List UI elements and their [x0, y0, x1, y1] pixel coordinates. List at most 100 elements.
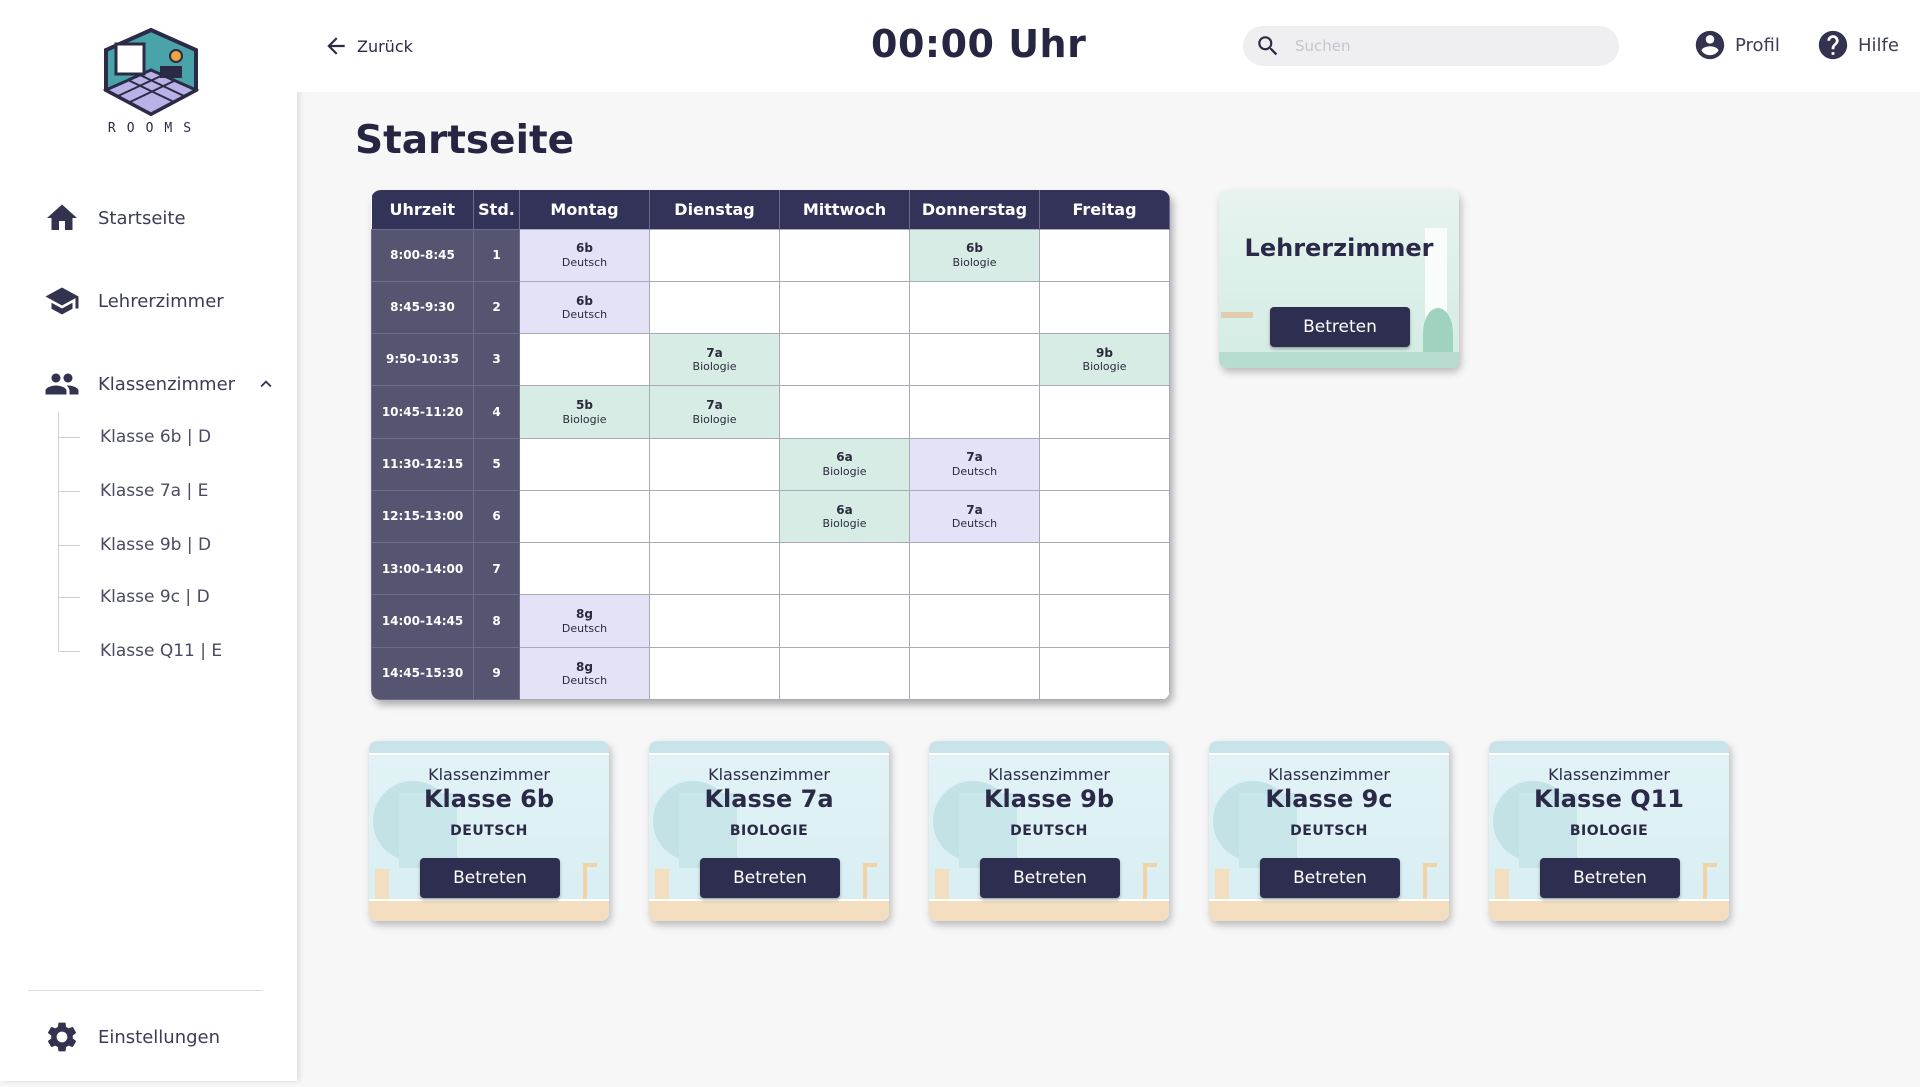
search-bar[interactable]	[1243, 26, 1619, 66]
graduation-cap-icon	[45, 287, 79, 315]
lesson-class: 7a	[706, 345, 723, 360]
people-icon	[45, 373, 79, 395]
timetable-cell[interactable]: 8g Deutsch	[519, 646, 650, 700]
timetable-header-cell: Uhrzeit	[371, 190, 474, 229]
card-top-band	[1209, 741, 1449, 755]
sidebar-item-label: Startseite	[98, 207, 186, 229]
help-label: Hilfe	[1858, 34, 1899, 56]
lesson-subject: Biologie	[1082, 360, 1127, 374]
settings-label: Einstellungen	[98, 1026, 221, 1048]
sidebar-class-9b[interactable]: Klasse 9b | D	[100, 535, 211, 555]
classroom-overline: Klassenzimmer	[708, 765, 830, 784]
timetable-cell	[1039, 280, 1170, 335]
timetable-row: 9:50-10:35 3 7a Biologie 9b Biologie	[371, 333, 1170, 387]
timetable-cell[interactable]: 6a Biologie	[779, 437, 910, 491]
classroom-subject: DEUTSCH	[1290, 823, 1368, 839]
sidebar-item-label: Klassenzimmer	[98, 373, 236, 395]
classroom-enter-button[interactable]: Betreten	[1540, 858, 1680, 898]
timetable-cell[interactable]: 6b Deutsch	[519, 280, 650, 335]
timetable-header-cell: Freitag	[1039, 190, 1170, 229]
classroom-title: Klasse 9c	[1265, 785, 1393, 813]
floor-illustration	[929, 899, 1169, 921]
page-title: Startseite	[355, 118, 575, 163]
timetable-cell[interactable]: 7a Biologie	[649, 333, 780, 387]
lesson-class: 6a	[836, 502, 853, 517]
submenu-tick	[58, 437, 80, 438]
timetable-cell	[779, 333, 910, 387]
chevron-up-icon[interactable]	[255, 373, 277, 395]
timetable-header-row: Uhrzeit Std. Montag Dienstag Mittwoch Donners…	[371, 190, 1170, 229]
profile-button[interactable]: Profil	[1693, 28, 1780, 62]
timetable-cell[interactable]: 7a Deutsch	[909, 437, 1040, 491]
sidebar-class-6b[interactable]: Klasse 6b | D	[100, 427, 211, 447]
timetable-cell[interactable]: 6b Deutsch	[519, 228, 650, 282]
chair-illustration	[1703, 863, 1717, 899]
timetable-cell	[649, 437, 780, 491]
chair-illustration	[1423, 863, 1437, 899]
timetable-cell[interactable]: 7a Deutsch	[909, 489, 1040, 544]
back-label: Zurück	[357, 36, 413, 56]
sidebar-class-9c[interactable]: Klasse 9c | D	[100, 587, 210, 607]
timetable-cell[interactable]: 9b Biologie	[1039, 333, 1170, 387]
timetable-cell	[1039, 489, 1170, 544]
classroom-title: Klasse 7a	[704, 785, 834, 813]
timetable-cell[interactable]: 7a Biologie	[649, 385, 780, 439]
lesson-subject: Deutsch	[561, 673, 608, 687]
period-time: 8:45-9:30	[371, 280, 474, 335]
floor-illustration	[649, 899, 889, 921]
timetable-header-cell: Donnerstag	[909, 190, 1040, 229]
timetable-cell	[909, 594, 1040, 648]
timetable-cell[interactable]: 6a Biologie	[779, 489, 910, 544]
timetable-cell	[649, 280, 780, 335]
timetable-cell[interactable]: 6b Biologie	[909, 228, 1040, 282]
back-button[interactable]: Zurück	[323, 33, 413, 59]
sidebar-item-startseite[interactable]: Startseite	[44, 200, 186, 236]
chair-illustration	[863, 863, 877, 899]
account-circle-icon	[1695, 30, 1725, 60]
sidebar-item-lehrerzimmer[interactable]: Lehrerzimmer	[44, 283, 224, 319]
classroom-card: Klassenzimmer Klasse 6b DEUTSCH Betreten	[369, 741, 609, 921]
timetable-cell[interactable]: 8g Deutsch	[519, 594, 650, 648]
timetable-cell	[909, 646, 1040, 700]
search-input[interactable]	[1295, 37, 1595, 55]
sidebar-class-q11[interactable]: Klasse Q11 | E	[100, 641, 222, 661]
timetable-cell	[909, 542, 1040, 596]
timetable-cell[interactable]: 5b Biologie	[519, 385, 650, 439]
classroom-card: Klassenzimmer Klasse Q11 BIOLOGIE Betreten	[1489, 741, 1729, 921]
period-number: 6	[473, 489, 520, 544]
timetable-cell	[1039, 594, 1170, 648]
rooms-logo[interactable]: ROOMS	[96, 26, 206, 144]
timetable-row: 13:00-14:00 7	[371, 542, 1170, 596]
period-time: 11:30-12:15	[371, 437, 474, 491]
sidebar-class-7a[interactable]: Klasse 7a | E	[100, 481, 208, 501]
period-time: 9:50-10:35	[371, 333, 474, 387]
chair-illustration	[583, 863, 597, 899]
lesson-class: 6a	[836, 450, 853, 465]
search-icon[interactable]	[1255, 33, 1281, 59]
classroom-enter-button[interactable]: Betreten	[700, 858, 840, 898]
timetable-row: 14:45-15:30 9 8g Deutsch	[371, 646, 1170, 700]
classroom-enter-button[interactable]: Betreten	[980, 858, 1120, 898]
desk-illustration	[935, 869, 949, 899]
sidebar-item-label: Lehrerzimmer	[98, 290, 224, 312]
classroom-enter-button[interactable]: Betreten	[420, 858, 560, 898]
timetable-row: 12:15-13:00 6 6a Biologie 7a Deutsch	[371, 489, 1170, 544]
help-circle-icon	[1818, 30, 1848, 60]
period-number: 2	[473, 280, 520, 335]
classroom-subject: BIOLOGIE	[729, 823, 809, 839]
timetable: Uhrzeit Std. Montag Dienstag Mittwoch Donners…	[371, 190, 1170, 700]
help-button[interactable]: Hilfe	[1816, 28, 1899, 62]
period-number: 3	[473, 333, 520, 387]
timetable-cell	[909, 280, 1040, 335]
lehrerzimmer-enter-button[interactable]: Betreten	[1270, 307, 1410, 347]
sidebar-item-klassenzimmer[interactable]: Klassenzimmer	[44, 366, 277, 402]
lesson-class: 8g	[576, 659, 593, 674]
timetable-cell	[909, 385, 1040, 439]
timetable-cell	[909, 333, 1040, 387]
sidebar-item-settings[interactable]: Einstellungen	[44, 1019, 220, 1055]
lesson-subject: Biologie	[692, 412, 737, 426]
timetable-header-cell: Mittwoch	[779, 190, 910, 229]
timetable-cell	[779, 646, 910, 700]
classroom-enter-button[interactable]: Betreten	[1260, 858, 1400, 898]
classroom-title: Klasse 9b	[983, 785, 1115, 813]
